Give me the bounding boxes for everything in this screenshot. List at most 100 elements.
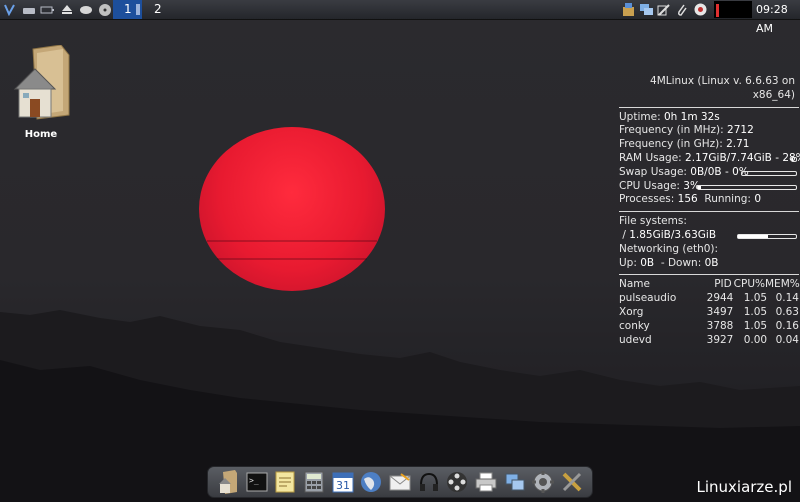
app-menu-icon[interactable] [2,3,17,16]
up-value: 0B [640,256,655,269]
fs-label: File systems: [619,215,687,228]
ram-row: RAM Usage: 2.17GiB/7.74GiB - 28% [619,151,800,166]
workspace-1-label: 1 [124,2,132,16]
process-row: Xorg 3497 1.05 0.63 [619,306,799,320]
proc-cpu: 0.00 [743,333,768,346]
sun-cloud-band [217,258,367,260]
processes-row: Processes: 156 Running: 0 [619,193,799,207]
swap-row: Swap Usage: 0B/0B - 0% [619,166,799,180]
swap-value: 0B/0B - 0% [690,165,749,178]
cpu-row: CPU Usage: 3% [619,180,799,194]
edit-icon[interactable] [656,2,672,18]
printer-icon[interactable] [474,470,498,494]
proc-name: pulseaudio [619,292,677,305]
down-label: - Down: [660,256,702,269]
proc-mem: 0.04 [775,333,799,346]
headphones-icon[interactable] [417,470,441,494]
proc-cpu: 1.05 [743,319,768,332]
running-label: Running: [704,193,751,206]
proc-name: Xorg [619,305,644,318]
workspace-window-indicator [136,4,140,15]
cpu-meter-fill [698,185,701,189]
home-folder-icon [13,44,70,120]
conky-panel: 4MLinux (Linux v. 6.6.63 on x86_64) Upti… [619,75,800,348]
proc-pid: 3788 [706,319,734,332]
svg-text:>_: >_ [249,476,259,485]
freq-ghz-row: Frequency (in GHz): 2.71 [619,138,799,152]
terminal-icon[interactable]: >_ [245,470,269,494]
divider [619,274,799,276]
process-row: conky 3788 1.05 0.16 [619,320,799,334]
system-tray [620,1,710,18]
text-editor-icon[interactable] [273,470,297,494]
ram-value: 2.17GiB/7.74GiB - 28% [685,151,800,164]
sunset-sun [199,127,385,291]
process-row: pulseaudio 2944 1.05 0.14 [619,292,799,306]
application-dock: >_ 31 [207,466,593,498]
cpu-label: CPU Usage: [619,179,680,192]
settings-icon[interactable] [531,470,555,494]
eject-icon[interactable] [59,3,74,16]
calendar-day: 31 [336,479,350,492]
divider [619,211,799,213]
proc-pid: 3927 [706,333,734,346]
freq-mhz-value: 2712 [727,124,754,137]
proc-mem: 0.16 [775,319,799,332]
col-name: Name [619,278,650,291]
package-icon[interactable] [620,2,636,18]
cd-icon[interactable] [97,3,112,16]
calculator-icon[interactable] [302,470,326,494]
swap-meter [741,170,797,176]
workspace-2-button[interactable]: 2 [154,0,162,19]
home-desktop-icon[interactable]: Home [11,44,71,140]
cpu-graph [714,1,752,18]
freq-ghz-value: 2.71 [726,138,750,151]
net-row: Up: 0B - Down: 0B [619,257,799,271]
running-value: 0 [754,193,761,206]
process-row: udevd 3927 0.00 0.04 [619,334,799,348]
workspace-2-label: 2 [154,2,162,16]
calendar-icon[interactable]: 31 [331,470,355,494]
processes-label: Processes: [619,193,675,206]
system-title: 4MLinux (Linux v. 6.6.63 on x86_64) [650,75,795,101]
clock[interactable]: 09:28 AM [756,0,800,35]
cloud-icon[interactable] [78,3,93,16]
fs-meter [737,233,797,239]
uptime-value: 0h 1m 32s [663,110,720,123]
uptime-label: Uptime: [619,110,661,123]
col-mem: MEM% [765,278,800,291]
net-label: Networking (eth0): [619,242,719,255]
file-manager-icon[interactable] [216,470,240,494]
col-pid: PID [714,278,732,291]
col-cpu: CPU% [733,278,765,291]
proc-pid: 2944 [706,292,734,305]
paperclip-icon[interactable] [674,2,690,18]
video-icon[interactable] [445,470,469,494]
volume-icon[interactable] [692,2,708,18]
ram-meter-fill [792,157,794,161]
proc-pid: 3497 [706,305,734,318]
network-manager-icon[interactable] [503,470,527,494]
net-header-row: Networking (eth0): [619,243,799,257]
proc-cpu: 1.05 [743,292,768,305]
swap-label: Swap Usage: [619,165,687,178]
battery-icon[interactable] [40,3,55,16]
workspace-1-button[interactable]: 1 [113,0,142,19]
processes-value: 156 [677,193,698,206]
tools-icon[interactable] [560,470,584,494]
network-icon[interactable] [638,2,654,18]
sun-cloud-band [207,240,377,242]
freq-ghz-label: Frequency (in GHz): [619,138,723,151]
fs-root-mount: / [622,228,626,241]
up-label: Up: [619,256,637,269]
cpu-meter [697,184,797,190]
down-value: 0B [704,256,719,269]
drive-icon[interactable] [21,3,36,16]
ram-meter [791,156,797,162]
web-browser-icon[interactable] [359,470,383,494]
mail-icon[interactable] [388,470,412,494]
top-panel: 1 2 09:28 AM [0,0,800,35]
proc-name: conky [619,319,650,332]
freq-mhz-row: Frequency (in MHz): 2712 [619,124,799,138]
process-table-header: Name PID CPU% MEM% [619,278,800,292]
